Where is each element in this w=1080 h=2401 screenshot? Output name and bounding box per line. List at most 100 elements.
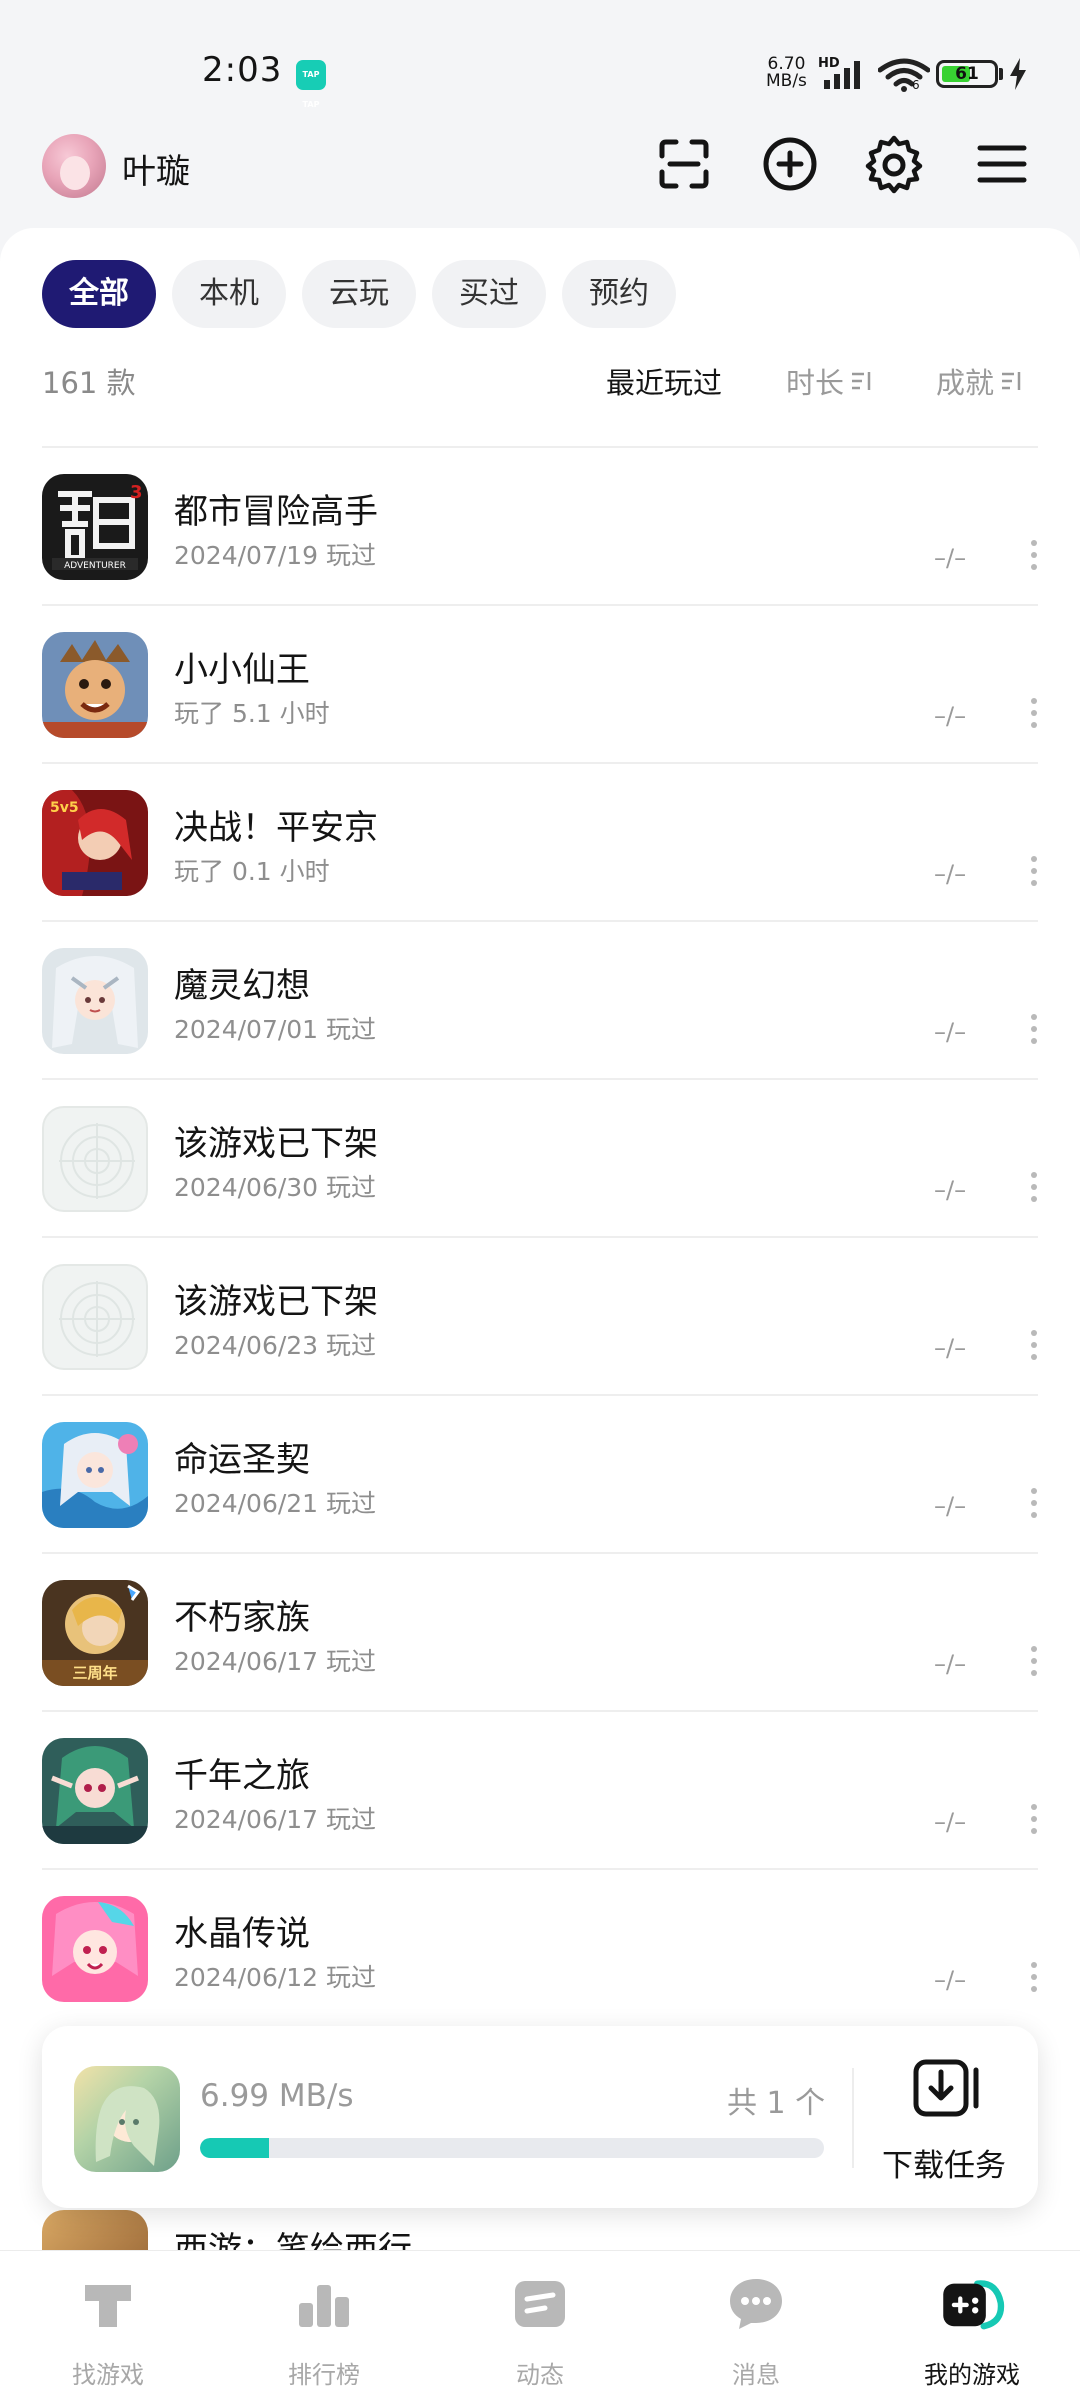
sort-icon bbox=[1002, 372, 1021, 390]
network-speed: 6.70 MB/s bbox=[766, 56, 807, 90]
more-options-icon[interactable] bbox=[1028, 1646, 1040, 1676]
more-options-icon[interactable] bbox=[1028, 856, 1040, 886]
list-item[interactable]: 千年之旅 2024/06/17 玩过 –/– bbox=[42, 1710, 1038, 1868]
battery-icon: 61 bbox=[936, 60, 998, 88]
message-icon bbox=[730, 2279, 782, 2329]
achievement-progress: –/– bbox=[934, 1650, 967, 1678]
more-options-icon[interactable] bbox=[1028, 1172, 1040, 1202]
game-icon[interactable] bbox=[42, 948, 148, 1054]
add-icon[interactable] bbox=[760, 134, 820, 194]
game-name[interactable]: 不朽家族 bbox=[174, 1590, 310, 1639]
achievement-progress: –/– bbox=[934, 860, 967, 888]
menu-icon[interactable] bbox=[972, 134, 1032, 194]
game-icon[interactable]: ADVENTURER 3 bbox=[42, 474, 148, 580]
list-item-partial[interactable]: 西游：笔绘西行 bbox=[42, 2210, 1038, 2250]
tab-purchased[interactable]: 买过 bbox=[432, 260, 546, 328]
more-options-icon[interactable] bbox=[1028, 1488, 1040, 1518]
svg-text:ADVENTURER: ADVENTURER bbox=[64, 561, 126, 571]
find-game-icon bbox=[85, 2285, 131, 2327]
tab-cloud[interactable]: 云玩 bbox=[302, 260, 416, 328]
game-played-info: 2024/06/23 玩过 bbox=[174, 1331, 377, 1360]
taptap-notification-icon: TAP TAP bbox=[296, 60, 326, 109]
sort-recent-label: 最近玩过 bbox=[606, 366, 723, 400]
filter-tabs: 全部 本机 云玩 买过 预约 bbox=[42, 260, 676, 328]
scan-icon[interactable] bbox=[654, 134, 714, 194]
game-name[interactable]: 命运圣契 bbox=[174, 1432, 310, 1481]
nav-label: 排行榜 bbox=[288, 2361, 360, 2389]
game-icon[interactable] bbox=[42, 1896, 148, 2002]
sort-duration-label: 时长 bbox=[786, 366, 845, 400]
nav-messages[interactable]: 消息 bbox=[648, 2251, 864, 2401]
list-item[interactable]: 该游戏已下架 2024/06/30 玩过 –/– bbox=[42, 1078, 1038, 1236]
list-item[interactable]: ADVENTURER 3 都市冒险高手 2024/07/19 玩过 –/– bbox=[42, 446, 1038, 604]
achievement-progress: –/– bbox=[934, 1966, 967, 1994]
game-icon[interactable]: 三周年 bbox=[42, 1580, 148, 1686]
tab-reserved[interactable]: 预约 bbox=[562, 260, 676, 328]
list-item[interactable]: 水晶传说 2024/06/12 玩过 –/– bbox=[42, 1868, 1038, 2026]
top-header: 叶璇 bbox=[0, 128, 1080, 228]
game-icon[interactable] bbox=[42, 1422, 148, 1528]
download-task-label[interactable]: 下载任务 bbox=[882, 2140, 1006, 2185]
download-task-icon[interactable] bbox=[912, 2058, 984, 2120]
game-name[interactable]: 千年之旅 bbox=[174, 1748, 310, 1797]
game-played-info: 玩了 5.1 小时 bbox=[174, 699, 330, 728]
game-played-info: 2024/06/12 玩过 bbox=[174, 1963, 377, 1992]
game-name[interactable]: 水晶传说 bbox=[174, 1906, 310, 1955]
list-item[interactable]: 魔灵幻想 2024/07/01 玩过 –/– bbox=[42, 920, 1038, 1078]
list-item[interactable]: 该游戏已下架 2024/06/23 玩过 –/– bbox=[42, 1236, 1038, 1394]
more-options-icon[interactable] bbox=[1028, 1330, 1040, 1360]
nav-ranking[interactable]: 排行榜 bbox=[216, 2251, 432, 2401]
game-list: ADVENTURER 3 都市冒险高手 2024/07/19 玩过 –/– 小小仙王 玩了 … bbox=[42, 446, 1038, 2026]
tab-local[interactable]: 本机 bbox=[172, 260, 286, 328]
download-progress-bar bbox=[200, 2138, 824, 2158]
sort-recent[interactable]: 最近玩过 bbox=[606, 360, 722, 402]
sort-achievement-label: 成就 bbox=[936, 366, 995, 400]
more-options-icon[interactable] bbox=[1028, 698, 1040, 728]
game-icon bbox=[42, 2210, 148, 2250]
battery-text: 61 bbox=[955, 64, 979, 84]
downloading-game-icon bbox=[74, 2066, 180, 2172]
game-name[interactable]: 该游戏已下架 bbox=[174, 1274, 378, 1323]
download-progress-fill bbox=[200, 2138, 269, 2158]
battery-cap bbox=[999, 68, 1003, 80]
achievement-progress: –/– bbox=[934, 1176, 967, 1204]
avatar[interactable] bbox=[42, 134, 106, 198]
game-name[interactable]: 该游戏已下架 bbox=[174, 1116, 378, 1165]
charging-icon bbox=[1010, 58, 1026, 90]
nav-feed[interactable]: 动态 bbox=[432, 2251, 648, 2401]
game-icon[interactable] bbox=[42, 632, 148, 738]
nav-find-game[interactable]: 找游戏 bbox=[0, 2251, 216, 2401]
list-item[interactable]: 命运圣契 2024/06/21 玩过 –/– bbox=[42, 1394, 1038, 1552]
signal-icon bbox=[824, 61, 860, 89]
nav-my-games[interactable]: 我的游戏 bbox=[864, 2251, 1080, 2401]
tab-all[interactable]: 全部 bbox=[42, 260, 156, 328]
game-icon[interactable]: 5v5 bbox=[42, 790, 148, 896]
achievement-progress: –/– bbox=[934, 1808, 967, 1836]
nav-label: 我的游戏 bbox=[924, 2361, 1020, 2389]
more-options-icon[interactable] bbox=[1028, 540, 1040, 570]
username[interactable]: 叶璇 bbox=[122, 144, 190, 193]
settings-icon[interactable] bbox=[864, 134, 924, 194]
more-options-icon[interactable] bbox=[1028, 1804, 1040, 1834]
download-total: 共 1 个 bbox=[727, 2086, 826, 2121]
status-time: 2:03 bbox=[202, 50, 283, 90]
game-name[interactable]: 都市冒险高手 bbox=[174, 484, 378, 533]
list-item[interactable]: 5v5 决战！平安京 玩了 0.1 小时 –/– bbox=[42, 762, 1038, 920]
feed-icon bbox=[515, 2281, 565, 2327]
download-card[interactable]: 6.99 MB/s 共 1 个 下载任务 bbox=[42, 2026, 1038, 2208]
list-item[interactable]: 小小仙王玩了 5.1 小时 –/– bbox=[42, 604, 1038, 762]
game-icon[interactable] bbox=[42, 1106, 148, 1212]
game-name[interactable]: 魔灵幻想 bbox=[174, 958, 310, 1007]
game-name[interactable]: 决战！平安京 bbox=[174, 800, 378, 849]
game-played-info: 2024/06/17 玩过 bbox=[174, 1647, 377, 1676]
more-options-icon[interactable] bbox=[1028, 1962, 1040, 1992]
list-item[interactable]: 三周年 不朽家族 2024/06/17 玩过 –/– bbox=[42, 1552, 1038, 1710]
sort-duration[interactable]: 时长 bbox=[786, 360, 872, 402]
sort-icon bbox=[852, 372, 871, 390]
game-icon[interactable] bbox=[42, 1264, 148, 1370]
more-options-icon[interactable] bbox=[1028, 1014, 1040, 1044]
game-icon[interactable] bbox=[42, 1738, 148, 1844]
sort-achievement[interactable]: 成就 bbox=[936, 360, 1022, 402]
game-name[interactable]: 小小仙王 bbox=[174, 642, 310, 691]
achievement-progress: –/– bbox=[934, 702, 967, 730]
